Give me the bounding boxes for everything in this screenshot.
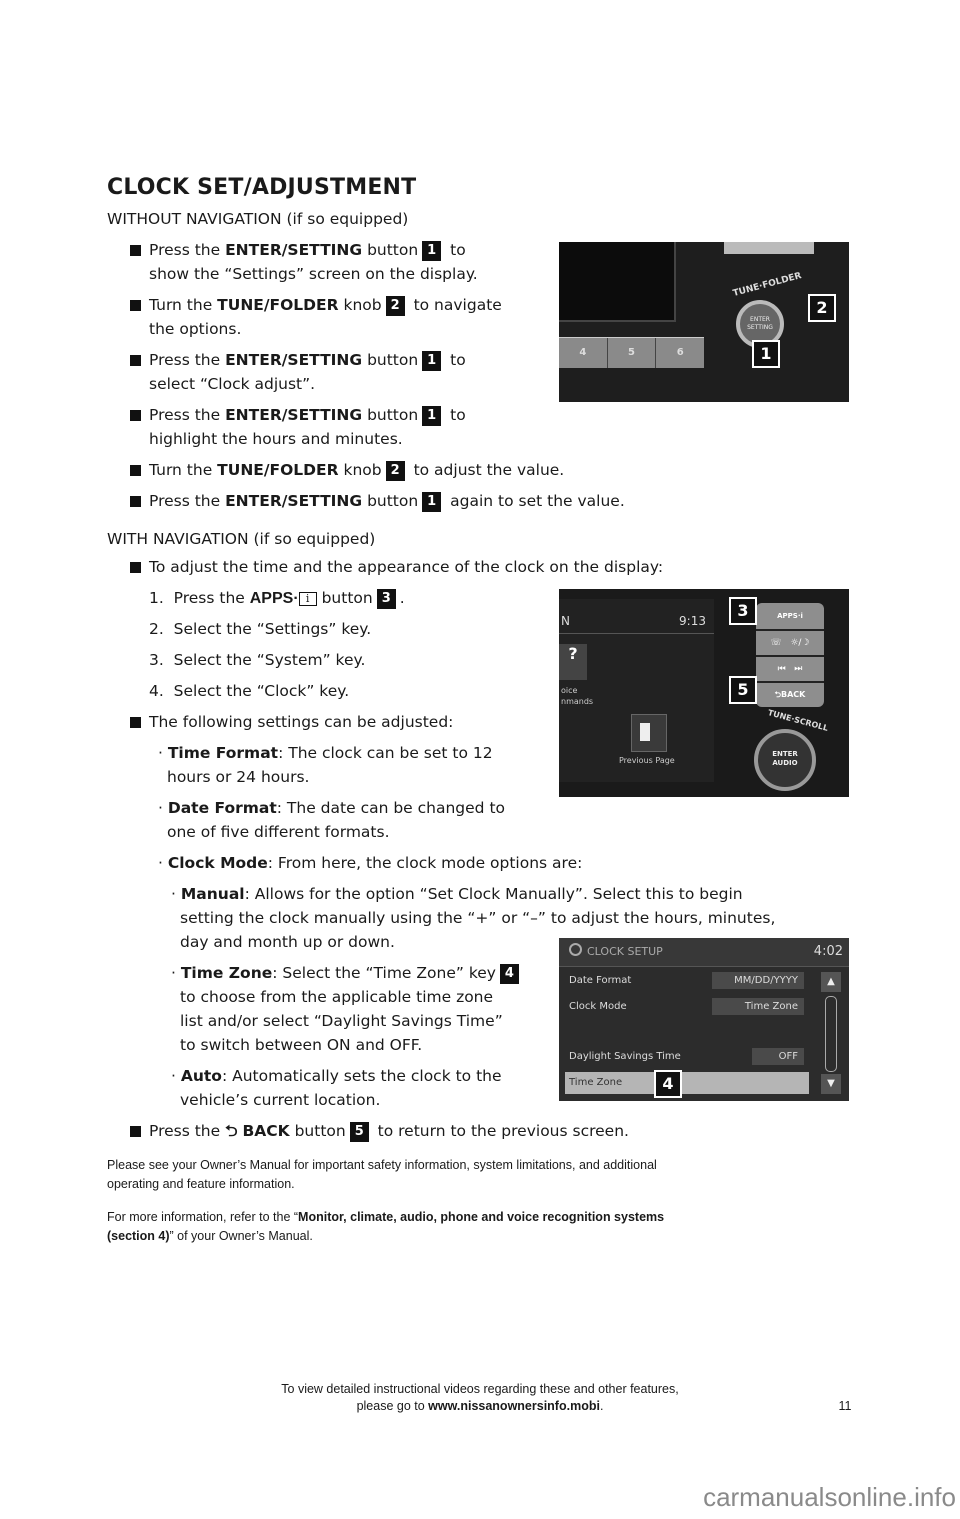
callout-badge: 1 bbox=[422, 241, 442, 261]
clock-mode-manual: · Manual: Allows for the option “Set Clo… bbox=[171, 885, 743, 903]
more-info-cont: (section 4)” of your Owner’s Manual. bbox=[107, 1229, 313, 1243]
button-panel: APPS·i ☏ ☼/☽ ⏮ ⏭ ⮌BACK bbox=[756, 603, 824, 707]
numbered-step-2: 2. Select the “Settings” key. bbox=[149, 620, 372, 638]
apps-label: APPS· bbox=[249, 590, 299, 607]
clock-mode-manual-cont: setting the clock manually using the “+”… bbox=[180, 909, 776, 927]
clock-mode-auto: · Auto: Automatically sets the clock to … bbox=[171, 1067, 502, 1085]
more-info: For more information, refer to the “Moni… bbox=[107, 1210, 665, 1224]
clock-mode-time-zone-cont: to choose from the applicable time zone bbox=[180, 988, 494, 1006]
setting-date-format: · Date Format: The date can be changed t… bbox=[158, 799, 506, 817]
row-date-format[interactable]: Date Format MM/DD/YYYY bbox=[565, 970, 810, 994]
bullet-icon bbox=[130, 245, 141, 256]
callout-3: 3 bbox=[729, 597, 757, 625]
info-icon: i bbox=[298, 592, 317, 606]
enter-audio-knob: ENTER AUDIO bbox=[754, 729, 816, 791]
setting-clock-mode: · Clock Mode: From here, the clock mode … bbox=[158, 854, 583, 872]
bullet-icon bbox=[130, 717, 141, 728]
watermark: carmanualsonline.info bbox=[703, 1482, 956, 1512]
bullet-icon bbox=[130, 1126, 141, 1137]
numbered-step-1: 1. Press the APPS· i button 3. bbox=[149, 589, 405, 609]
bullet-icon bbox=[130, 496, 141, 507]
back-step: Press the ⮌ BACK button 5 to return to th… bbox=[149, 1122, 629, 1142]
section-heading-without-nav: WITHOUT NAVIGATION (if so equipped) bbox=[107, 210, 409, 228]
setting-date-format-cont: one of five different formats. bbox=[167, 823, 390, 841]
with-nav-intro: To adjust the time and the appearance of… bbox=[149, 558, 664, 576]
without-nav-step-cont: select “Clock adjust”. bbox=[149, 375, 316, 393]
callout-2: 2 bbox=[808, 294, 836, 322]
previous-page-label: Previous Page bbox=[619, 756, 675, 765]
callout-badge: 3 bbox=[376, 589, 396, 609]
page-title: CLOCK SET/ADJUSTMENT bbox=[107, 175, 417, 200]
clock-mode-manual-cont: day and month up or down. bbox=[180, 933, 395, 951]
clock-mode-time-zone-cont: to switch between ON and OFF. bbox=[180, 1036, 423, 1054]
section-heading-with-nav: WITH NAVIGATION (if so equipped) bbox=[107, 530, 376, 548]
footer-note: To view detailed instructional videos re… bbox=[281, 1382, 679, 1413]
settings-intro: The following settings can be adjusted: bbox=[149, 713, 454, 731]
disclaimer: Please see your Owner’s Manual for impor… bbox=[107, 1158, 657, 1172]
preset-buttons: 4 5 6 bbox=[559, 337, 704, 368]
photo-clock-setup-screen: CLOCK SETUP 4:02 Date Format MM/DD/YYYY … bbox=[559, 938, 849, 1101]
callout-badge: 5 bbox=[349, 1122, 369, 1142]
callout-badge: 1 bbox=[422, 351, 442, 371]
without-nav-step-cont: the options. bbox=[149, 320, 242, 338]
without-nav-step: Press the ENTER/SETTING button 1 to bbox=[149, 241, 466, 261]
disclaimer-cont: operating and feature information. bbox=[107, 1177, 295, 1191]
page-number: 11 bbox=[838, 1399, 852, 1413]
setting-time-format: · Time Format: The clock can be set to 1… bbox=[158, 744, 493, 762]
clock-mode-time-zone: · Time Zone: Select the “Time Zone” key 4 bbox=[171, 961, 523, 985]
bullet-icon bbox=[130, 465, 141, 476]
numbered-step-4: 4. Select the “Clock” key. bbox=[149, 682, 350, 700]
clock-mode-auto-cont: vehicle’s current location. bbox=[180, 1091, 381, 1109]
callout-badge: 1 bbox=[422, 406, 442, 426]
previous-page-icon bbox=[631, 714, 667, 752]
callout-badge: 2 bbox=[385, 461, 405, 481]
setting-time-format-cont: hours or 24 hours. bbox=[167, 768, 310, 786]
scrollbar[interactable] bbox=[825, 996, 837, 1072]
voice-commands-label: oice nmands bbox=[561, 686, 594, 706]
callout-5: 5 bbox=[729, 676, 757, 704]
voice-commands-icon: ? bbox=[559, 644, 587, 680]
clock-setup-title: CLOCK SETUP bbox=[587, 945, 663, 958]
back-arrow-icon: ⮌ bbox=[225, 1122, 238, 1140]
bullet-icon bbox=[130, 562, 141, 573]
callout-badge: 2 bbox=[385, 296, 405, 316]
row-clock-mode[interactable]: Clock Mode Time Zone bbox=[565, 996, 810, 1020]
clock-setup-icon bbox=[569, 943, 582, 956]
without-nav-step-cont: highlight the hours and minutes. bbox=[149, 430, 403, 448]
footer-link[interactable]: www.nissanownersinfo.mobi bbox=[428, 1399, 600, 1413]
clock-mode-time-zone-cont: list and/or select “Daylight Savings Tim… bbox=[180, 1012, 503, 1030]
clock-setup-time: 4:02 bbox=[813, 944, 843, 959]
photo-apps-back-buttons: N 9:13 ? oice nmands Previous Page APPS·i… bbox=[559, 589, 849, 797]
row-time-zone[interactable]: Time Zone bbox=[565, 1072, 809, 1094]
scroll-up-arrow-icon[interactable]: ▲ bbox=[821, 972, 841, 992]
without-nav-step-cont: show the “Settings” screen on the displa… bbox=[149, 265, 478, 283]
without-nav-step: Turn the TUNE/FOLDER knob 2 to adjust the… bbox=[149, 461, 565, 481]
row-daylight-savings[interactable]: Daylight Savings Time OFF bbox=[565, 1046, 810, 1070]
bullet-icon bbox=[130, 300, 141, 311]
callout-badge: 4 bbox=[499, 964, 519, 984]
without-nav-step: Press the ENTER/SETTING button 1 to bbox=[149, 406, 466, 426]
numbered-step-3: 3. Select the “System” key. bbox=[149, 651, 366, 669]
screen-clock: 9:13 bbox=[679, 614, 706, 628]
callout-1: 1 bbox=[752, 340, 780, 368]
without-nav-step: Press the ENTER/SETTING button 1 to bbox=[149, 351, 466, 371]
bullet-icon bbox=[130, 355, 141, 366]
callout-badge: 1 bbox=[422, 492, 442, 512]
knob-label: TUNE·FOLDER bbox=[731, 271, 803, 299]
without-nav-step: Turn the TUNE/FOLDER knob 2 to navigate bbox=[149, 296, 502, 316]
bullet-icon bbox=[130, 410, 141, 421]
scroll-down-arrow-icon[interactable]: ▼ bbox=[821, 1074, 841, 1094]
without-nav-step: Press the ENTER/SETTING button 1 again to… bbox=[149, 492, 625, 512]
callout-4: 4 bbox=[654, 1070, 682, 1098]
photo-enter-setting-knob: 4 5 6 TUNE·FOLDER ENTER SETTING 2 1 bbox=[559, 242, 849, 402]
